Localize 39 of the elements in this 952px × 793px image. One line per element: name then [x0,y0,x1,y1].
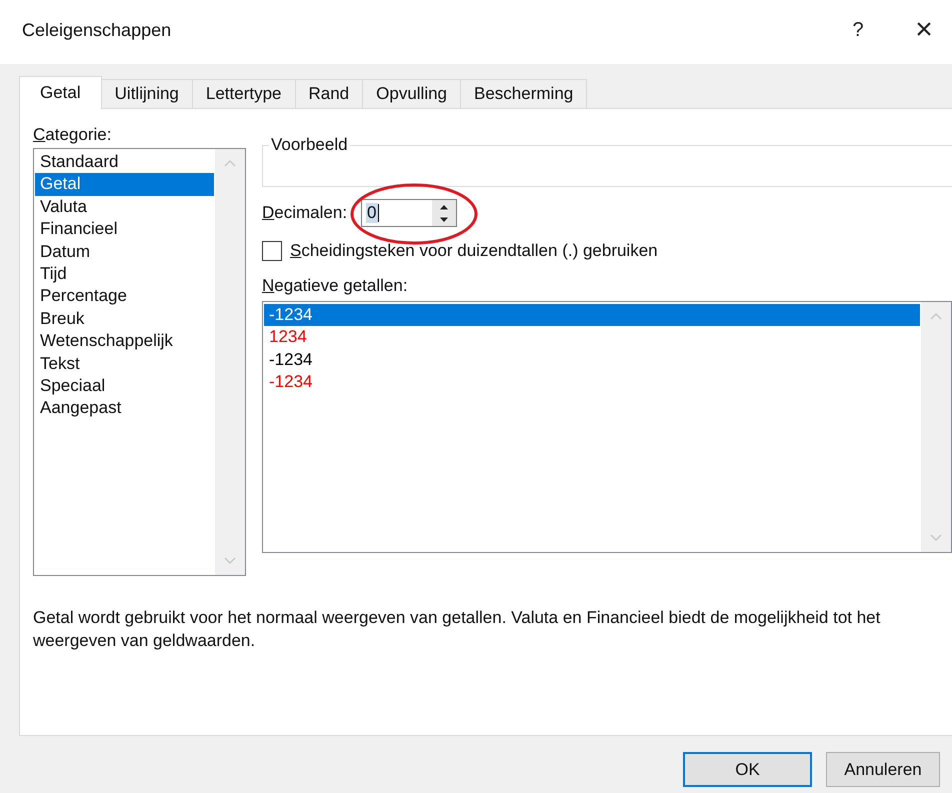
description-text: Getal wordt gebruikt voor het normaal weergeven van getallen. Valuta en Financieel biedt de mogelijkheid tot het weergeven van geldwaarden. [33,607,882,652]
decimals-label: Decimalen: [262,203,348,223]
list-item[interactable]: Tekst [35,352,214,376]
group-title: Voorbeeld [270,135,349,155]
scrollbar[interactable] [215,149,245,575]
list-item[interactable]: Percentage [35,285,214,308]
scroll-down-icon[interactable] [930,534,942,542]
list-item[interactable]: Valuta [35,196,214,218]
window-title: Celeigenschappen [22,20,172,40]
separator-label: Scheidingsteken voor duizendtallen (.) gebruiken [290,241,658,261]
list-item[interactable]: Tijd [35,263,214,286]
list-item[interactable]: Financieel [35,218,214,241]
list-item[interactable]: -1234 [264,371,920,394]
checkbox[interactable] [262,241,282,261]
list-item[interactable]: Getal [35,173,214,196]
close-button[interactable]: × [896,10,952,50]
tab[interactable]: Getal [19,76,102,109]
dialog-button[interactable]: OK [683,752,812,787]
list-item[interactable]: Standaard [35,151,214,174]
scroll-up-icon[interactable] [224,159,236,167]
list-item[interactable]: Breuk [35,308,214,330]
scrollbar[interactable] [921,302,951,552]
tab[interactable]: Bescherming [460,79,588,108]
list-item[interactable]: Wetenschappelijk [35,330,214,353]
list-item[interactable]: 1234 [264,326,920,349]
increment-icon[interactable] [439,204,450,210]
category-label: Categorie: [33,125,112,145]
negative-numbers-label: Negatieve getallen: [262,276,409,296]
list-item[interactable]: Aangepast [35,397,214,420]
help-button[interactable]: ? [820,10,896,50]
list-item[interactable]: Datum [35,240,214,264]
scroll-down-icon[interactable] [224,557,236,565]
list-item[interactable]: Speciaal [35,375,214,398]
scroll-up-icon[interactable] [930,312,942,320]
decrement-icon[interactable] [439,216,450,222]
decimals-spinner[interactable]: 0 [361,199,458,227]
list-item[interactable]: -1234 [264,304,920,326]
dialog-button[interactable]: Annuleren [826,752,940,787]
list-item[interactable]: -1234 [264,348,920,372]
